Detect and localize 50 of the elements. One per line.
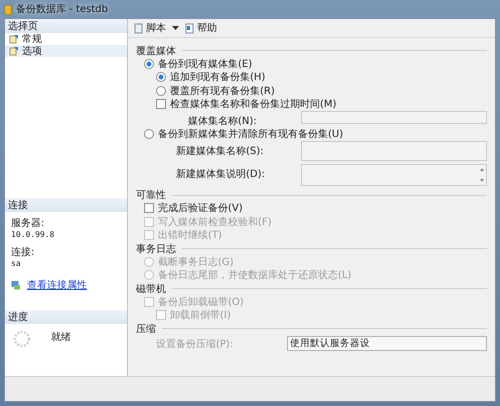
- script-button[interactable]: 脚本: [134, 21, 179, 35]
- radio-button[interactable]: [156, 72, 166, 82]
- checkbox[interactable]: [156, 99, 166, 110]
- option-label: 备份日志尾部，并使数据库处于还原状态(L): [158, 268, 352, 282]
- option-label: 备份到现有媒体集(E): [158, 58, 252, 71]
- pane-header: 进度: [5, 310, 127, 324]
- scroll-arrows-icon: [479, 166, 485, 184]
- nav-item[interactable]: 常规: [5, 33, 127, 45]
- server-value: 10.0.99.8: [11, 230, 56, 239]
- pane-header: 选择页: [5, 19, 127, 33]
- option-label: 备份后卸载磁带(O): [158, 296, 244, 309]
- option-label: 完成后验证备份(V): [158, 202, 243, 216]
- option-label: 覆盖所有现有备份集(R): [170, 84, 275, 98]
- database-icon: [4, 4, 12, 14]
- radio-button[interactable]: [144, 58, 154, 69]
- option-label: 写入媒体前检查校验和(F): [158, 216, 272, 229]
- option-label: 卸载前倒带(I): [170, 308, 231, 322]
- option-label: 截断事务日志(G): [158, 256, 234, 269]
- radio-button[interactable]: [156, 86, 166, 96]
- field-label: 媒体集名称(N):: [187, 115, 258, 128]
- field-label: 设置备份压缩(P):: [155, 338, 234, 350]
- login-value: sa: [11, 259, 22, 268]
- spinner-icon: [13, 330, 31, 348]
- login-label: 连接:: [11, 246, 36, 259]
- page-icon: [9, 46, 19, 56]
- option-label: 检查媒体集名称和备份集过期时间(M): [170, 98, 336, 112]
- window-title: 备份数据库 - testdb: [16, 2, 108, 16]
- nav-label: 常规: [22, 32, 42, 46]
- checkbox[interactable]: [144, 203, 154, 214]
- pane-header: 连接: [5, 198, 127, 212]
- field-label: 新建媒体集说明(D):: [175, 168, 266, 180]
- field-label: 新建媒体集名称(S):: [175, 144, 265, 158]
- nav-label: 选项: [22, 44, 42, 58]
- connection-properties-link[interactable]: 查看连接属性: [27, 278, 87, 292]
- option-label: 出错时继续(T): [158, 228, 222, 242]
- page-icon: [9, 34, 19, 44]
- status-text: 就绪: [51, 330, 71, 345]
- section-title: 事务日志: [136, 242, 176, 256]
- connection-icon: [11, 280, 21, 290]
- radio-button[interactable]: [144, 128, 154, 139]
- nav-item[interactable]: 选项: [5, 45, 127, 57]
- section-title: 压缩: [136, 322, 156, 336]
- option-label: 追加到现有备份集(H): [170, 70, 266, 84]
- help-button[interactable]: 帮助: [185, 21, 217, 35]
- section-title: 磁带机: [136, 282, 166, 296]
- section-title: 覆盖媒体: [136, 44, 176, 58]
- option-label: 备份到新媒体集并清除所有现有备份集(U): [158, 128, 344, 141]
- section-title: 可靠性: [136, 188, 166, 202]
- server-label: 服务器:: [11, 217, 46, 230]
- document-icon: [185, 22, 195, 34]
